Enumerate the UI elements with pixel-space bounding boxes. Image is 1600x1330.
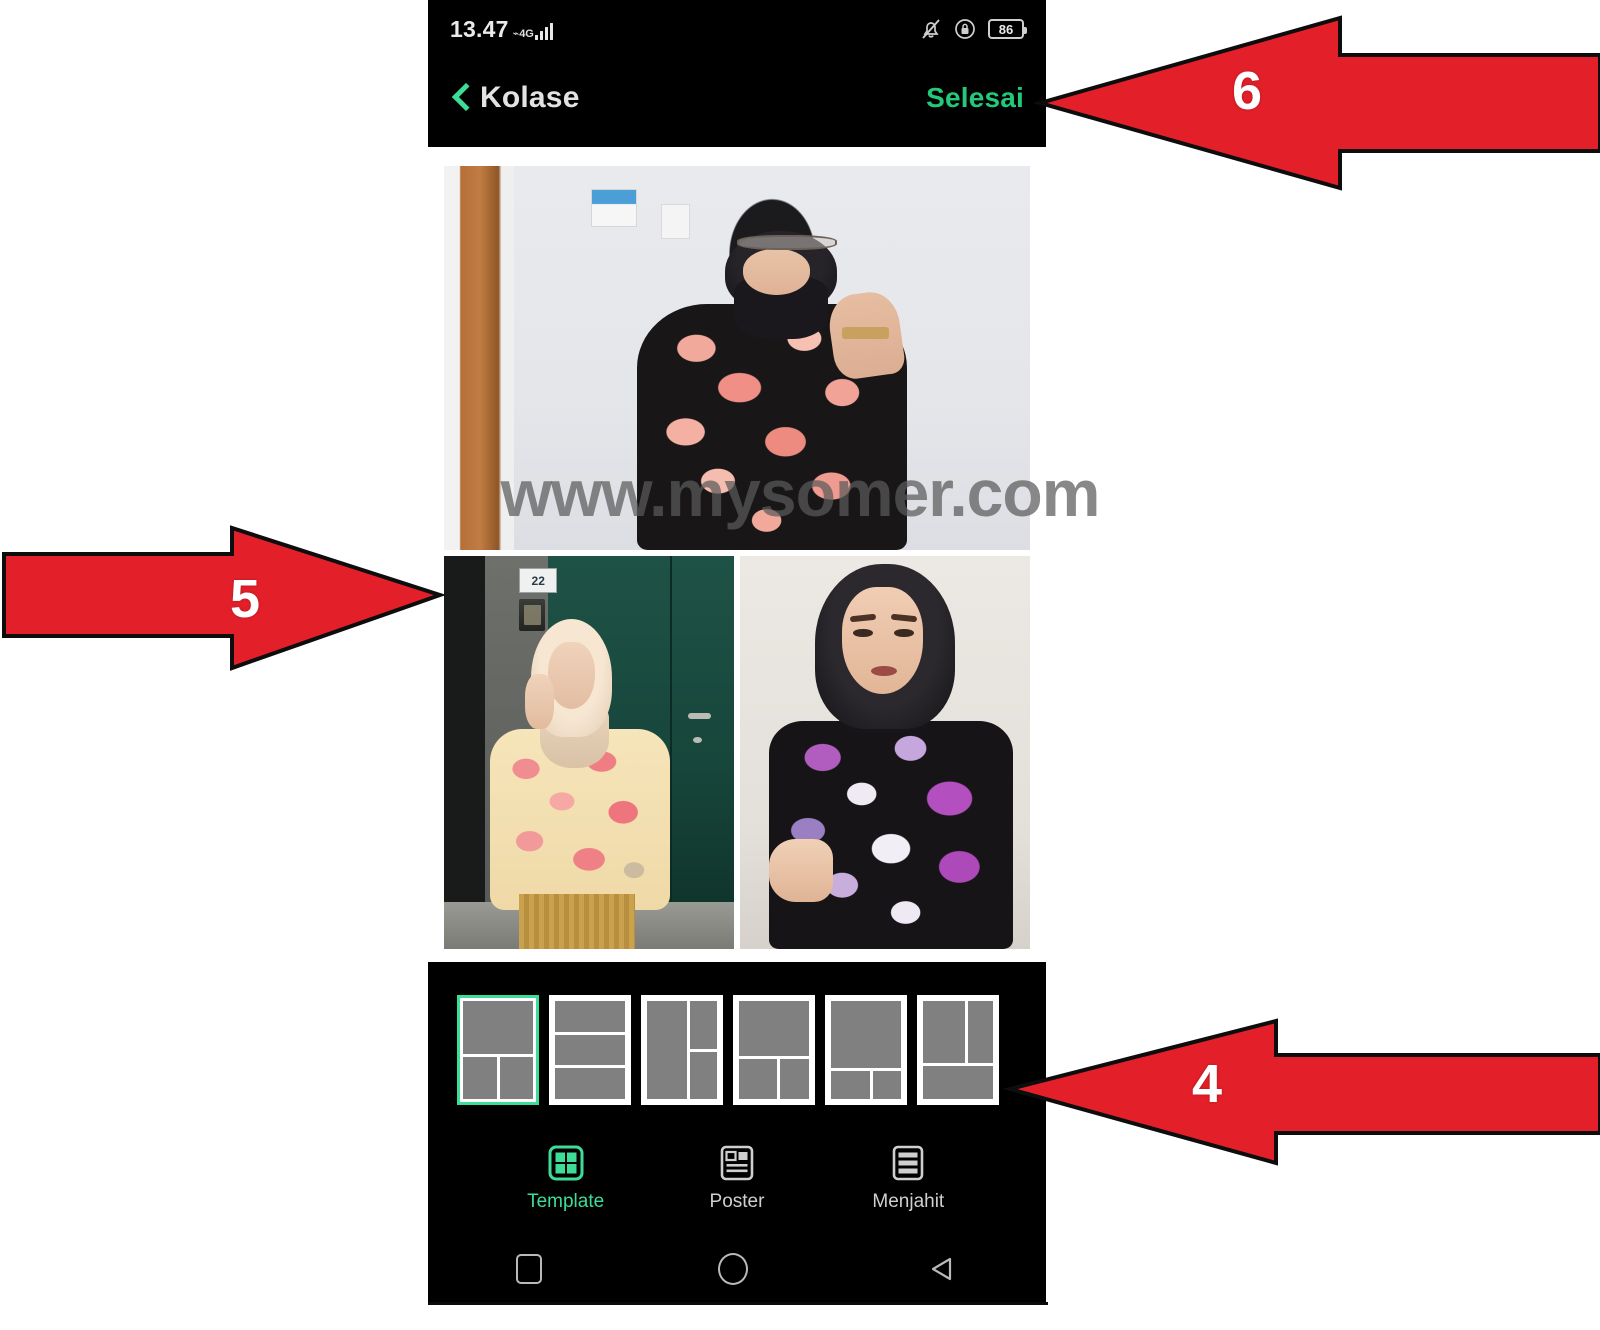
template-thumb-4[interactable]: [733, 995, 815, 1105]
signal-strength-icon: [534, 22, 554, 40]
tab-poster-label: Poster: [709, 1191, 765, 1212]
signal-bars-icon: ⌁ 4G: [512, 22, 554, 43]
circle-icon[interactable]: [718, 1253, 748, 1285]
collage-cell-3[interactable]: [740, 556, 1030, 949]
tab-menjahit[interactable]: Menjahit: [848, 1144, 968, 1213]
status-bar: 13.47 ⌁ 4G 86: [428, 0, 1046, 58]
editor-bottom-panel: Template Poster Menjahit: [428, 962, 1048, 1305]
annotation-arrow-4: 4: [1002, 1013, 1600, 1166]
battery-icon: 86: [988, 19, 1027, 39]
tab-poster[interactable]: Poster: [677, 1144, 797, 1213]
photo-black-floral-top[interactable]: [444, 166, 1030, 550]
tab-menjahit-label: Menjahit: [872, 1191, 945, 1212]
collage-grid[interactable]: 22: [444, 166, 1030, 949]
status-bar-right: 86: [920, 17, 1027, 41]
collage-cell-2[interactable]: 22: [444, 556, 734, 949]
template-strip[interactable]: [457, 995, 999, 1105]
bell-muted-icon: [922, 19, 940, 39]
android-nav-bar: [428, 1233, 1046, 1305]
template-thumb-6[interactable]: [917, 995, 999, 1105]
annotation-arrow-6-number: 6: [1232, 61, 1263, 121]
triangle-back-icon[interactable]: [924, 1253, 958, 1285]
grid-four-squares-icon: [548, 1145, 584, 1181]
annotation-arrow-4-number: 4: [1192, 1054, 1223, 1114]
tab-template[interactable]: Template: [506, 1144, 626, 1213]
mode-tabs: Template Poster Menjahit: [428, 1132, 1046, 1227]
status-bar-left: 13.47 ⌁ 4G: [450, 15, 554, 43]
collage-cell-1[interactable]: [444, 166, 1030, 550]
template-thumb-3[interactable]: [641, 995, 723, 1105]
annotation-arrow-5: 5: [0, 525, 447, 680]
poster-layout-icon: [720, 1145, 754, 1181]
lock-circle-icon: [955, 19, 975, 39]
panel-bottom-edge: [428, 1302, 1048, 1305]
template-thumb-5[interactable]: [825, 995, 907, 1105]
status-time: 13.47: [450, 15, 509, 42]
tab-template-label: Template: [527, 1191, 605, 1212]
battery-level-label: 86: [998, 21, 1014, 37]
template-thumb-1[interactable]: [457, 995, 539, 1105]
selesai-button[interactable]: Selesai: [926, 82, 1024, 114]
phone-screen: 13.47 ⌁ 4G 86 Kolase Selesai 22 Template…: [428, 0, 1048, 1305]
house-number-label: 22: [519, 567, 558, 594]
annotation-arrow-5-number: 5: [230, 569, 261, 629]
stacked-rows-icon: [893, 1145, 924, 1181]
page-title: Kolase: [480, 80, 580, 114]
app-bar: Kolase Selesai: [428, 58, 1046, 147]
collage-preview[interactable]: 22: [428, 147, 1046, 962]
hotspot-arc-icon: ⌁: [512, 27, 520, 40]
app-bar-left: Kolase: [450, 81, 580, 115]
screenshot-root: 13.47 ⌁ 4G 86 Kolase Selesai 22 Template…: [0, 0, 1600, 1330]
annotation-arrow-6: 6: [1032, 8, 1600, 191]
photo-purple-floral-right[interactable]: [740, 556, 1030, 949]
network-type-label: 4G: [519, 27, 534, 40]
photo-yellow-floral-left[interactable]: 22: [444, 556, 734, 949]
collage-bottom-row: 22: [444, 556, 1030, 949]
chevron-left-icon[interactable]: [450, 81, 472, 115]
square-icon[interactable]: [516, 1254, 542, 1284]
template-thumb-2[interactable]: [549, 995, 631, 1105]
